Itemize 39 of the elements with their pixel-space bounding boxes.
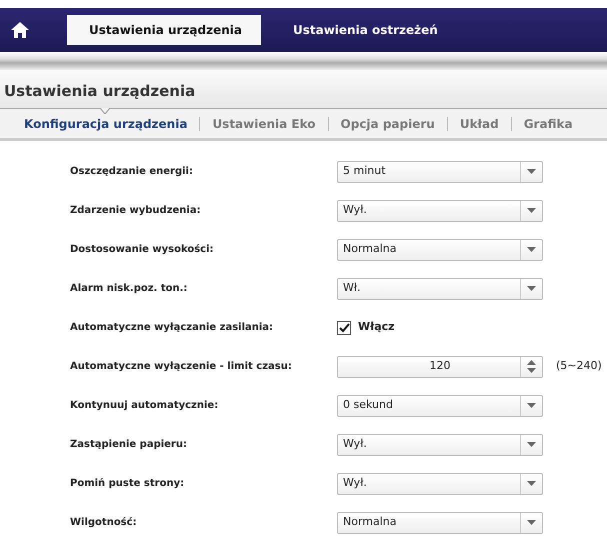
- nav-tab[interactable]: Ustawienia ostrzeżeń: [271, 15, 460, 45]
- dropdown[interactable]: Wył.: [337, 434, 543, 456]
- caret-icon: [527, 169, 536, 174]
- dropdown[interactable]: Wył.: [337, 200, 543, 222]
- caret-icon: [527, 247, 536, 252]
- caret-icon: [527, 286, 536, 291]
- sub-tab[interactable]: Ustawienia Eko: [212, 114, 316, 132]
- section-title: Ustawienia urządzenia: [4, 82, 196, 100]
- setting-label: Automatyczne wyłączanie zasilania:: [70, 321, 274, 335]
- setting-label: Kontynuuj automatycznie:: [70, 399, 220, 413]
- setting-label: Alarm nisk.poz. ton.:: [70, 282, 188, 296]
- sub-tab[interactable]: Opcja papieru: [340, 114, 435, 132]
- setting-label: Automatyczne wyłączenie - limit czasu:: [70, 360, 293, 374]
- caret-icon: [527, 403, 536, 408]
- caret-icon: [527, 520, 536, 525]
- dropdown[interactable]: Wł.: [337, 278, 543, 300]
- dropdown[interactable]: Normalna: [337, 238, 543, 260]
- setting-label: Zastąpienie papieru:: [70, 438, 188, 452]
- caret-icon: [527, 481, 536, 486]
- setting-label: Pomiń puste strony:: [70, 477, 186, 491]
- sub-tab[interactable]: Konfiguracja urządzenia: [24, 114, 188, 132]
- dropdown[interactable]: Normalna: [337, 512, 543, 534]
- nav-tab[interactable]: Ustawienia urządzenia: [67, 15, 261, 45]
- setting-label: Wilgotność:: [70, 516, 138, 530]
- dropdown[interactable]: 0 sekund: [337, 394, 543, 416]
- caret-icon: [527, 208, 536, 213]
- dropdown[interactable]: 5 minut: [337, 160, 543, 182]
- sub-tab[interactable]: Grafika: [524, 114, 573, 132]
- checkbox[interactable]: [337, 320, 351, 334]
- setting-label: Oszczędzanie energii:: [70, 165, 194, 179]
- dropdown[interactable]: Wył.: [337, 472, 543, 494]
- range-hint: (5~240): [556, 358, 602, 374]
- caret-icon: [527, 442, 536, 447]
- setting-label: Dostosowanie wysokości:: [70, 243, 215, 257]
- checkbox-label: Włącz: [358, 319, 395, 336]
- number-field[interactable]: 120: [337, 356, 543, 378]
- home-icon[interactable]: [10, 21, 30, 39]
- sub-tab[interactable]: Układ: [460, 114, 499, 132]
- setting-label: Zdarzenie wybudzenia:: [70, 204, 202, 218]
